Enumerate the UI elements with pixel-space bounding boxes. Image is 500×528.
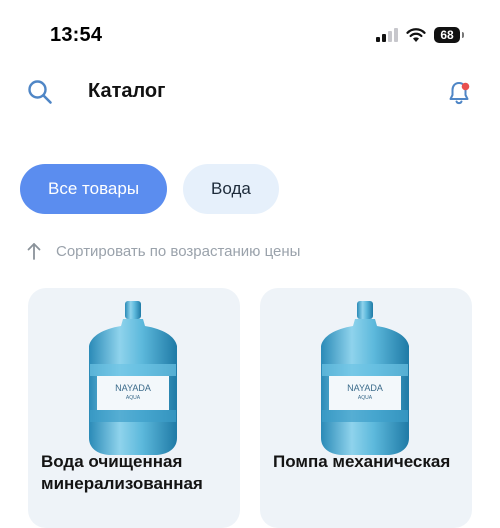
product-card[interactable]: NAYADA AQUA Помпа механическая <box>260 288 472 528</box>
filter-chips: Все товары Вода <box>20 164 279 214</box>
arrow-up-icon <box>27 243 41 260</box>
bottle-brand-text: NAYADA <box>347 383 383 393</box>
bottle-sub-text: AQUA <box>126 395 141 401</box>
bottle-brand-text: NAYADA <box>115 383 151 393</box>
product-card[interactable]: NAYADA AQUA Вода очищенная минерализован… <box>28 288 240 528</box>
status-icons: 68 <box>376 27 464 43</box>
notification-bell-icon[interactable] <box>444 78 474 108</box>
chip-water[interactable]: Вода <box>183 164 279 214</box>
sort-control[interactable]: Сортировать по возрастанию цены <box>26 242 300 260</box>
status-bar: 13:54 68 <box>0 0 500 70</box>
wifi-icon <box>406 27 426 42</box>
battery-indicator: 68 <box>434 27 464 43</box>
page-title: Каталог <box>88 80 166 102</box>
product-title: Вода очищенная минерализованная <box>41 452 203 493</box>
chip-all-products[interactable]: Все товары <box>20 164 168 214</box>
water-bottle-image: NAYADA AQUA <box>89 301 177 455</box>
notification-dot <box>461 82 470 91</box>
status-time: 13:54 <box>50 24 103 46</box>
header: Каталог <box>0 70 500 115</box>
sort-label: Сортировать по возрастанию цены <box>56 242 301 260</box>
water-bottle-image: NAYADA AQUA <box>321 301 409 455</box>
bottle-sub-text: AQUA <box>358 395 373 401</box>
product-title: Помпа механическая <box>273 452 451 471</box>
search-icon[interactable] <box>26 78 54 106</box>
cellular-signal-icon <box>376 28 398 42</box>
